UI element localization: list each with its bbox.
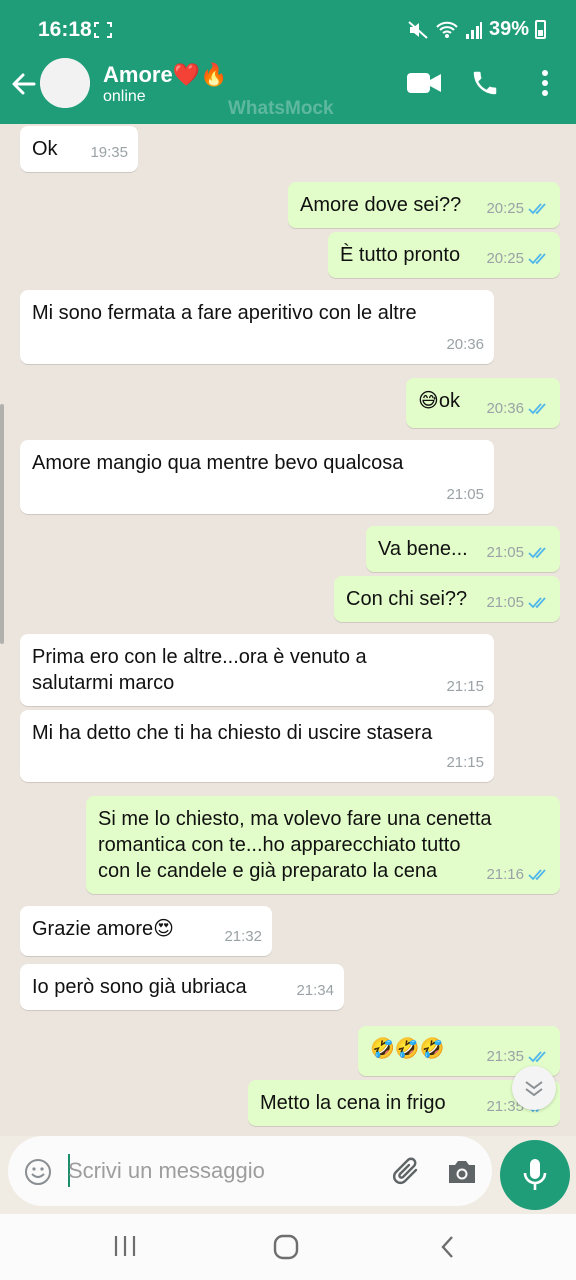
message-bubble-incoming[interactable]: Prima ero con le altre...ora è venuto a … <box>20 634 494 706</box>
input-bar: Scrivi un messaggio <box>0 1136 576 1214</box>
message-meta: 19:35 <box>90 140 128 166</box>
watermark: WhatsMock <box>228 98 334 119</box>
read-ticks-icon <box>528 597 546 609</box>
scroll-down-chevron-icon <box>525 1081 543 1097</box>
signal-icon <box>465 21 482 39</box>
more-options-icon[interactable] <box>538 68 552 98</box>
read-ticks-icon <box>528 1051 546 1063</box>
phone-icon[interactable] <box>470 68 500 98</box>
screen-capture-icon <box>94 22 112 38</box>
nav-recents-icon[interactable] <box>112 1234 138 1258</box>
status-time: 16:18 <box>38 18 92 41</box>
scroll-indicator[interactable] <box>0 404 4 644</box>
read-ticks-icon <box>528 253 546 265</box>
message-meta: 21:05 <box>446 482 484 508</box>
message-text: Va bene... <box>378 538 468 560</box>
avatar-placeholder-icon <box>40 58 90 108</box>
back-arrow-icon[interactable] <box>10 70 38 98</box>
message-meta: 21:05 <box>486 540 550 566</box>
message-time: 21:05 <box>486 594 524 611</box>
read-ticks-icon <box>528 203 546 215</box>
message-time: 21:32 <box>224 928 262 945</box>
message-text: Io però sono già ubriaca <box>32 976 247 998</box>
message-bubble-outgoing[interactable]: Amore dove sei?? 20:25 <box>288 182 560 228</box>
message-time: 21:05 <box>486 544 524 561</box>
message-meta: 21:15 <box>446 674 484 700</box>
message-time: 21:34 <box>296 982 334 999</box>
message-time: 20:25 <box>486 200 524 217</box>
message-time: 21:16 <box>486 866 524 883</box>
avatar[interactable] <box>40 58 90 108</box>
message-time: 21:15 <box>446 754 484 771</box>
message-bubble-outgoing[interactable]: Con chi sei?? 21:05 <box>334 576 560 622</box>
message-text: 🤣🤣🤣 <box>370 1038 445 1060</box>
message-bubble-incoming[interactable]: Ok 19:35 <box>20 126 138 172</box>
message-time: 19:35 <box>90 144 128 161</box>
message-input[interactable]: Scrivi un messaggio <box>68 1158 265 1184</box>
message-text: Mi sono fermata a fare aperitivo con le … <box>32 302 417 324</box>
message-meta: 20:25 <box>486 196 550 222</box>
message-text: 😅ok <box>418 390 460 412</box>
message-time: 20:25 <box>486 250 524 267</box>
message-meta: 21:05 <box>486 590 550 616</box>
camera-icon[interactable] <box>446 1158 478 1186</box>
contact-name[interactable]: Amore❤️🔥 <box>103 62 227 88</box>
message-bubble-incoming[interactable]: Mi ha detto che ti ha chiesto di uscire … <box>20 710 494 782</box>
status-right: 39% <box>407 18 546 41</box>
message-text: Con chi sei?? <box>346 588 468 610</box>
message-meta: 21:15 <box>446 750 484 776</box>
message-meta: 20:36 <box>446 332 484 358</box>
mute-icon <box>408 20 428 39</box>
system-nav-bar <box>0 1214 576 1280</box>
status-bar: 16:18 39% <box>0 0 576 60</box>
message-meta: 20:36 <box>486 396 550 422</box>
message-text: Metto la cena in frigo <box>260 1092 446 1114</box>
message-meta: 21:32 <box>224 924 262 950</box>
mic-button[interactable] <box>500 1140 570 1210</box>
message-time: 20:36 <box>486 400 524 417</box>
message-bubble-incoming[interactable]: Amore mangio qua mentre bevo qualcosa 21… <box>20 440 494 514</box>
nav-back-icon[interactable] <box>438 1234 458 1260</box>
chat-header: Amore❤️🔥 online WhatsMock <box>0 58 576 124</box>
message-bubble-outgoing[interactable]: 😅ok 20:36 <box>406 378 560 428</box>
message-text: È tutto pronto <box>340 244 461 266</box>
nav-home-icon[interactable] <box>272 1234 300 1260</box>
message-meta: 21:16 <box>486 862 550 888</box>
mic-icon <box>523 1159 547 1190</box>
read-ticks-icon <box>528 547 546 559</box>
message-meta: 20:25 <box>486 246 550 272</box>
message-input-container[interactable]: Scrivi un messaggio <box>8 1136 492 1206</box>
message-bubble-outgoing[interactable]: È tutto pronto 20:25 <box>328 232 560 278</box>
message-meta: 21:34 <box>296 978 334 1004</box>
read-ticks-icon <box>528 403 546 415</box>
message-time: 21:05 <box>446 486 484 503</box>
message-text: Si me lo chiesto, ma volevo fare una cen… <box>98 808 492 882</box>
message-text: Ok <box>32 138 58 160</box>
read-ticks-icon <box>528 869 546 881</box>
emoji-icon[interactable] <box>24 1158 52 1186</box>
chat-area[interactable]: Ok 19:35 Amore dove sei?? 20:25 È tutto … <box>0 124 576 1136</box>
message-text: Amore dove sei?? <box>300 194 462 216</box>
message-bubble-incoming[interactable]: Grazie amore😍 21:32 <box>20 906 272 956</box>
message-bubble-incoming[interactable]: Mi sono fermata a fare aperitivo con le … <box>20 290 494 364</box>
message-text: Mi ha detto che ti ha chiesto di uscire … <box>32 722 433 744</box>
message-text: Prima ero con le altre...ora è venuto a … <box>32 646 367 694</box>
contact-status: online <box>103 88 146 105</box>
message-time: 20:36 <box>446 336 484 353</box>
scroll-down-button[interactable] <box>512 1066 556 1110</box>
message-text: Amore mangio qua mentre bevo qualcosa <box>32 452 404 474</box>
message-bubble-incoming[interactable]: Io però sono già ubriaca 21:34 <box>20 964 344 1010</box>
attach-icon[interactable] <box>392 1154 422 1188</box>
video-call-icon[interactable] <box>406 70 442 96</box>
message-text: Grazie amore😍 <box>32 918 175 940</box>
battery-percent: 39% <box>488 18 529 40</box>
message-time: 21:15 <box>446 678 484 695</box>
battery-icon <box>535 20 546 39</box>
message-bubble-outgoing[interactable]: Va bene... 21:05 <box>366 526 560 572</box>
message-bubble-outgoing[interactable]: Si me lo chiesto, ma volevo fare una cen… <box>86 796 560 894</box>
wifi-icon <box>436 21 458 38</box>
